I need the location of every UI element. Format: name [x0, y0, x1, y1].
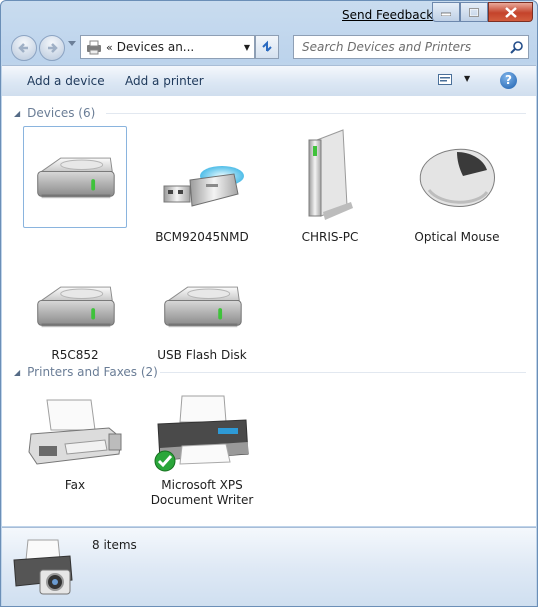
icon-frame — [150, 244, 254, 344]
command-bar: Add a device Add a printer ▼ ? — [2, 65, 536, 97]
close-icon — [504, 6, 517, 18]
forward-button[interactable] — [39, 35, 65, 61]
device-item-bcm92045nmd[interactable]: BCM92045NMD — [150, 126, 254, 245]
device-item-chris-pc[interactable]: CHRIS-PC — [278, 126, 382, 245]
printers-group-label: Printers and Faxes (2) — [27, 365, 158, 379]
search-input[interactable] — [300, 39, 506, 55]
icon-frame — [405, 126, 509, 226]
hard-drive-icon — [159, 280, 245, 340]
explorer-window: Send Feedback « Devices an... ▼ Search D… — [0, 0, 538, 607]
group-divider — [160, 372, 526, 373]
device-label: BCM92045NMD — [155, 230, 249, 244]
printer-camera-icon — [13, 539, 73, 595]
printers-group-header[interactable]: ◢ Printers and Faxes (2) — [14, 365, 526, 379]
hard-drive-icon — [32, 151, 118, 211]
pc-tower-icon — [308, 129, 353, 220]
search-icon[interactable] — [506, 40, 528, 54]
device-label: USB Flash Disk — [157, 348, 247, 362]
printer-item-fax[interactable]: Fax — [23, 386, 127, 493]
device-item-hard-drive[interactable] — [23, 126, 127, 232]
device-label: Optical Mouse — [414, 230, 500, 244]
help-button[interactable]: ? — [500, 72, 517, 89]
maximize-button[interactable] — [460, 2, 488, 22]
address-bar[interactable]: « Devices an... ▼ — [80, 35, 255, 59]
recent-pages-dropdown-icon[interactable] — [68, 41, 76, 47]
add-device-button[interactable]: Add a device — [27, 74, 105, 88]
address-text: Devices an... — [116, 40, 195, 54]
details-pane: 8 items — [2, 527, 536, 606]
device-item-r5c852[interactable]: R5C852 — [23, 244, 127, 363]
maximize-icon — [469, 7, 479, 17]
back-button[interactable] — [11, 35, 37, 61]
usb-dongle-icon — [163, 166, 244, 207]
icon-frame — [23, 386, 127, 474]
refresh-icon — [262, 40, 272, 52]
icon-frame — [150, 126, 254, 226]
device-label: R5C852 — [51, 348, 99, 362]
group-divider — [106, 113, 526, 114]
icon-frame — [23, 244, 127, 344]
send-feedback-link[interactable]: Send Feedback — [342, 8, 433, 22]
address-chevron: « — [106, 40, 113, 54]
content-pane: ◢ Devices (6) BCM92045NMD CHRIS-PC Optic… — [2, 96, 536, 526]
printer-label: Fax — [64, 478, 86, 492]
icon-frame — [278, 126, 382, 226]
devices-group-header[interactable]: ◢ Devices (6) — [14, 106, 526, 120]
search-box — [293, 35, 529, 59]
minimize-icon — [441, 12, 451, 16]
fax-icon — [28, 399, 122, 465]
device-item-usb-flash-disk[interactable]: USB Flash Disk — [150, 244, 254, 363]
mouse-icon — [419, 148, 495, 207]
collapse-triangle-icon: ◢ — [14, 367, 21, 377]
add-printer-button[interactable]: Add a printer — [125, 74, 204, 88]
devices-printers-icon — [87, 40, 101, 55]
printer-label: Microsoft XPS Document Writer — [150, 478, 254, 507]
printer-item-microsoft-xps-document-writer[interactable]: Microsoft XPS Document Writer — [150, 386, 254, 508]
view-dropdown-icon[interactable]: ▼ — [464, 74, 470, 83]
default-checkmark-icon — [154, 450, 176, 472]
address-dropdown-icon[interactable]: ▼ — [240, 43, 254, 52]
minimize-button[interactable] — [432, 2, 460, 22]
change-view-icon[interactable] — [438, 73, 452, 87]
device-item-optical-mouse[interactable]: Optical Mouse — [405, 126, 509, 245]
close-button[interactable] — [488, 2, 533, 22]
item-count: 8 items — [92, 538, 137, 552]
caption-buttons — [432, 2, 533, 22]
icon-frame — [23, 126, 127, 228]
refresh-button[interactable] — [255, 35, 279, 59]
hard-drive-icon — [32, 280, 118, 340]
forward-arrow-icon — [48, 43, 58, 53]
device-label: CHRIS-PC — [301, 230, 359, 244]
collapse-triangle-icon: ◢ — [14, 108, 21, 118]
back-arrow-icon — [18, 43, 28, 53]
devices-group-label: Devices (6) — [27, 106, 96, 120]
